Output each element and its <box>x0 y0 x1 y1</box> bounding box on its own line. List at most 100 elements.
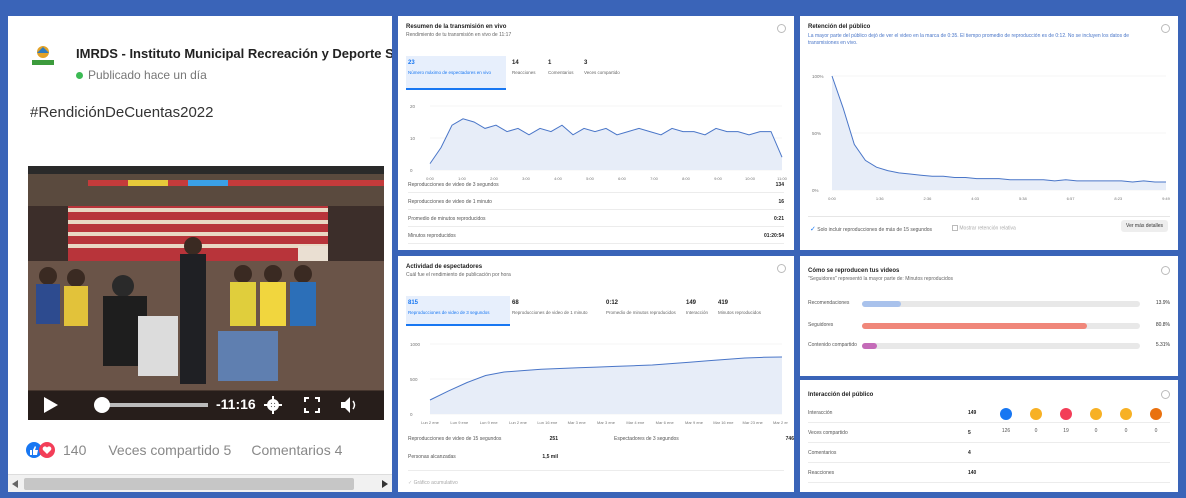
video-progress-track[interactable] <box>98 403 208 407</box>
x-tick-label: 0:00 <box>426 176 435 181</box>
series-line <box>831 75 1166 183</box>
source-percent: 13.9% <box>1155 300 1170 306</box>
source-label: Contenido compartido <box>808 342 857 348</box>
metric-label[interactable]: Interacción <box>686 310 714 315</box>
divider <box>808 422 1170 423</box>
video-controls: -11:16 <box>28 390 384 420</box>
info-icon[interactable] <box>1161 266 1170 275</box>
video-time: -11:16 <box>216 396 256 412</box>
stat-row: Reproducciones de video de 3 segundos 134 <box>408 182 784 188</box>
stat-row: Espectadores de 3 segundos 746 <box>614 436 794 442</box>
info-icon[interactable] <box>777 264 786 273</box>
relative-retention-label: Mostrar retención relativa <box>959 225 1016 232</box>
video-scrubber[interactable] <box>94 397 110 413</box>
x-tick-label: 4:00 <box>554 176 563 181</box>
y-tick-label: 100% <box>812 74 824 79</box>
metric-label[interactable]: Promedio de minutos reproducidos <box>606 310 682 315</box>
source-bar-track <box>862 343 1140 349</box>
check-icon: ✓ <box>408 480 413 486</box>
see-more-details-button[interactable]: Ver más detalles <box>1121 220 1168 232</box>
x-tick-label: 2:36 <box>924 196 933 201</box>
info-icon[interactable] <box>1161 24 1170 33</box>
filter-checkbox[interactable]: ✓ Solo incluir reproducciones de más de … <box>810 225 932 233</box>
love-reaction-icon <box>1060 408 1072 420</box>
relative-retention-checkbox[interactable]: Mostrar retención relativa <box>952 225 1016 231</box>
live-title: Resumen de la transmisión en vivo <box>406 24 507 30</box>
stat-label: Reproducciones de video de 1 minuto <box>408 199 492 205</box>
gear-icon[interactable] <box>264 396 282 414</box>
stat-row: Minutos reproducidos 01:20:54 <box>408 233 784 239</box>
x-tick-label: 3:00 <box>522 176 531 181</box>
fullscreen-icon[interactable] <box>304 397 320 413</box>
reaction-icons[interactable] <box>26 442 55 458</box>
metric-value: 68 <box>512 300 519 306</box>
x-tick-label: 2:00 <box>490 176 499 181</box>
metric-label[interactable]: Número máximo de espectadores en vivo <box>408 70 508 75</box>
retention-title: Retención del público <box>808 24 871 30</box>
reaction-count[interactable]: 140 <box>63 442 86 458</box>
x-tick-label: Mar 3 ene <box>568 420 587 425</box>
video-player[interactable]: -11:16 <box>28 166 384 420</box>
y-tick-label: 10 <box>410 136 416 141</box>
stat-value: 1,5 mil <box>542 454 558 460</box>
horizontal-scrollbar[interactable] <box>8 474 392 492</box>
retention-description: La mayor parte del público dejó de ver e… <box>808 33 1130 46</box>
source-percent: 5.31% <box>1155 342 1170 348</box>
stat-label: Reproducciones de video de 3 segundos <box>408 182 499 188</box>
source-bar-fill <box>862 301 901 307</box>
x-tick-label: 9:49 <box>1162 196 1171 201</box>
metric-value: 3 <box>584 60 588 66</box>
x-tick-label: 9:00 <box>714 176 723 181</box>
live-viewers-chart: 20 10 0 0:00 1:00 2:00 3:00 4:00 5:00 6:00 7:00 8:0… <box>410 104 788 181</box>
play-icon[interactable] <box>44 397 58 413</box>
share-count[interactable]: Veces compartido 5 <box>108 442 231 458</box>
x-tick-label: 5:38 <box>1019 196 1028 201</box>
series-area <box>430 118 782 170</box>
reaction-count: 19 <box>1063 428 1069 434</box>
x-tick-label: 6:57 <box>1067 196 1076 201</box>
scroll-right-icon[interactable] <box>382 480 388 488</box>
metric-label[interactable]: Comentarios <box>548 70 580 75</box>
info-icon[interactable] <box>1161 390 1170 399</box>
y-tick-label: 50% <box>812 131 821 136</box>
metric-value: 0:12 <box>606 300 619 306</box>
scroll-left-icon[interactable] <box>12 480 18 488</box>
stat-value: 134 <box>775 182 784 188</box>
x-tick-label: 7:00 <box>650 176 659 181</box>
volume-icon[interactable] <box>340 396 360 414</box>
page-name[interactable]: IMRDS - Instituto Municipal Recreación y… <box>76 46 392 61</box>
metric-label[interactable]: Veces compartido <box>584 70 640 75</box>
filter-checkbox-label: Solo incluir reproducciones de más de 15… <box>817 227 933 233</box>
care-reaction-icon <box>1120 408 1132 420</box>
comment-count[interactable]: Comentarios 4 <box>251 442 342 458</box>
page-logo-icon[interactable] <box>30 42 56 68</box>
post-hashtag[interactable]: #RendiciónDeCuentas2022 <box>30 104 213 121</box>
divider <box>408 226 784 227</box>
divider <box>808 482 1170 483</box>
stat-row: Reproducciones de video de 15 segundos 25… <box>408 436 558 442</box>
reaction-count: 0 <box>1154 428 1158 434</box>
info-icon[interactable] <box>777 24 786 33</box>
cumulative-toggle[interactable]: ✓ Gráfico acumulativo <box>408 480 458 486</box>
interaction-label: Interacción <box>808 410 833 416</box>
reaction-count: 126 <box>1001 428 1011 434</box>
metric-label[interactable]: Minutos reproducidos <box>718 310 774 315</box>
x-tick-label: Lun 2 ene <box>421 420 440 425</box>
angry-reaction-icon <box>1150 408 1162 420</box>
retention-chart: 100% 50% 0% 0:00 1:36 2:36 4:03 5:38 6:57 8:23 9:4… <box>812 74 1171 201</box>
source-percent: 80.8% <box>1155 322 1170 328</box>
metric-value: 815 <box>408 300 419 306</box>
check-icon: ✓ <box>810 226 816 233</box>
metric-label[interactable]: Reproducciones de video de 1 minuto <box>512 310 602 315</box>
metric-label[interactable]: Reacciones <box>512 70 544 75</box>
x-tick-label: Mar 2 ene <box>773 420 788 425</box>
live-subtitle: Rendimiento de tu transmisión en vivo de… <box>406 32 512 38</box>
divider <box>408 243 784 244</box>
scrollbar-thumb[interactable] <box>24 478 354 490</box>
source-bar-fill <box>862 343 877 349</box>
haha-reaction-icon <box>1090 408 1102 420</box>
stat-row: Promedio de minutos reproducidos 0:21 <box>408 216 784 222</box>
metric-label[interactable]: Reproducciones de video de 3 segundos <box>408 310 508 315</box>
interaction-title: Interacción del público <box>808 392 874 398</box>
metric-value: 1 <box>548 60 552 66</box>
